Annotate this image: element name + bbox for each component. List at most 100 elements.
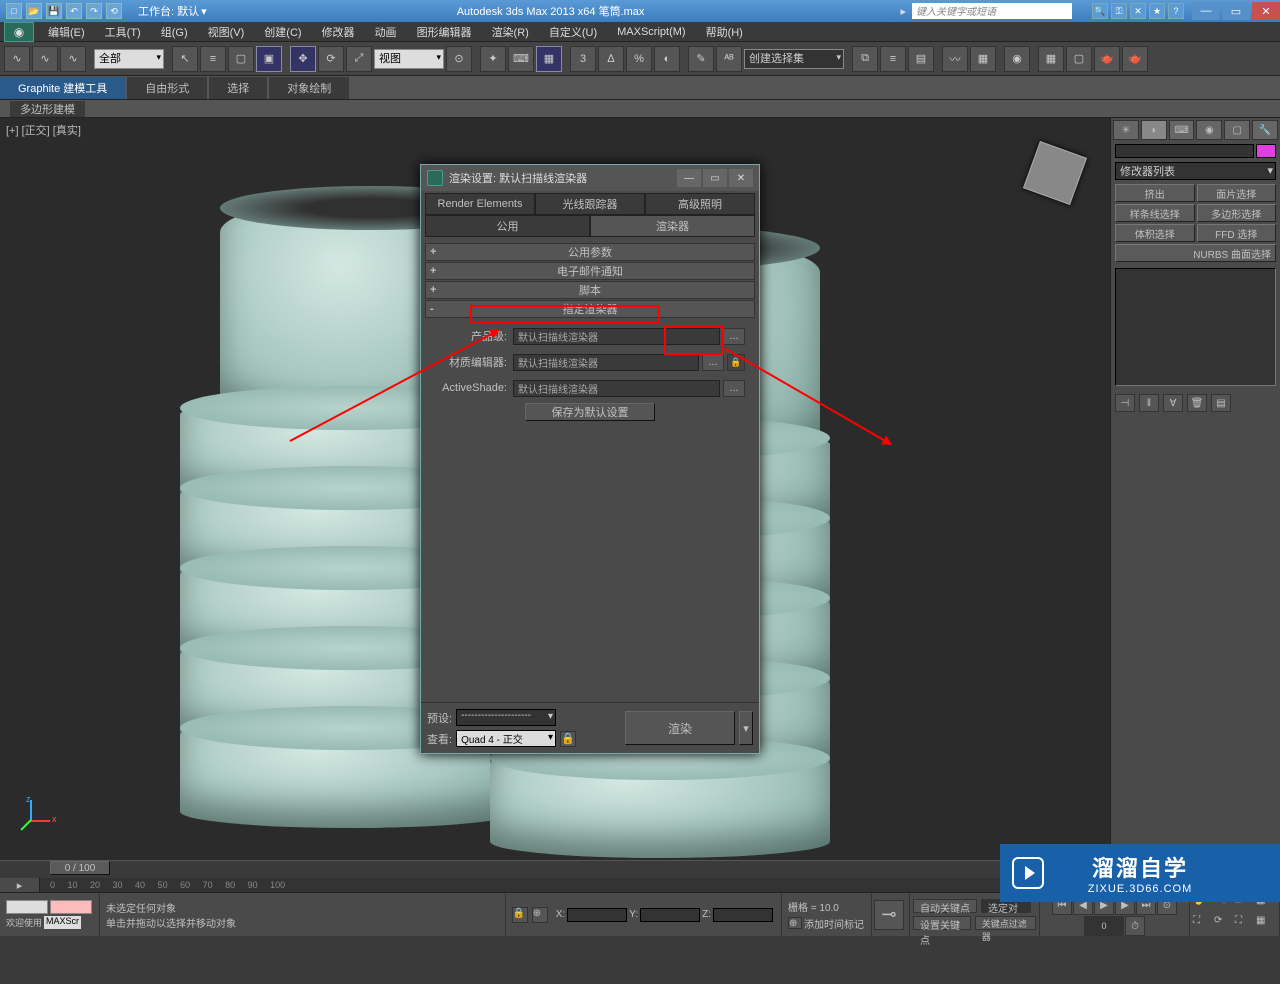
tab-common[interactable]: 公用 bbox=[425, 215, 590, 237]
quick-render-icon[interactable]: 🫖 bbox=[1122, 46, 1148, 72]
configure-icon[interactable]: ▤ bbox=[1211, 394, 1231, 412]
menu-customize[interactable]: 自定义(U) bbox=[539, 22, 607, 42]
script-macro-recorder[interactable] bbox=[50, 900, 92, 914]
hierarchy-tab-icon[interactable]: ⌨ bbox=[1169, 120, 1195, 140]
named-sel-combo[interactable]: 创建选择集 bbox=[744, 49, 844, 69]
angle-snap-icon[interactable]: ∆ bbox=[598, 46, 624, 72]
favorite-icon[interactable]: ★ bbox=[1149, 3, 1165, 19]
curve-editor-icon[interactable]: 〰 bbox=[942, 46, 968, 72]
move-icon[interactable]: ✥ bbox=[290, 46, 316, 72]
tab-render-elements[interactable]: Render Elements bbox=[425, 193, 535, 215]
script-mini-listener[interactable] bbox=[6, 900, 48, 914]
search-icon[interactable]: 🔍 bbox=[1092, 3, 1108, 19]
align-icon[interactable]: ≡ bbox=[880, 46, 906, 72]
dialog-header[interactable]: 渲染设置: 默认扫描线渲染器 — ▭ ✕ bbox=[421, 165, 759, 191]
menu-tools[interactable]: 工具(T) bbox=[95, 22, 151, 42]
rollout-email[interactable]: 电子邮件通知 bbox=[425, 262, 755, 280]
key-icon[interactable]: ⚿ bbox=[1111, 3, 1127, 19]
window-crossing-icon[interactable]: ▣ bbox=[256, 46, 282, 72]
ribbon-tab-graphite[interactable]: Graphite 建模工具 bbox=[0, 77, 125, 99]
lock-selection-icon[interactable]: 🔒 bbox=[512, 907, 528, 923]
time-slider-thumb[interactable]: 0 / 100 bbox=[50, 861, 110, 875]
menu-edit[interactable]: 编辑(E) bbox=[38, 22, 95, 42]
choose-mtl-renderer-button[interactable]: ... bbox=[702, 354, 724, 371]
select-object-icon[interactable]: ↖ bbox=[172, 46, 198, 72]
menu-views[interactable]: 视图(V) bbox=[198, 22, 255, 42]
remove-mod-icon[interactable]: 🗑 bbox=[1187, 394, 1207, 412]
view-combo[interactable]: Quad 4 - 正交 bbox=[456, 730, 556, 747]
coord-y-field[interactable] bbox=[640, 908, 700, 922]
tab-advanced-lighting[interactable]: 高级照明 bbox=[645, 193, 755, 215]
ribbon-tab-freeform[interactable]: 自由形式 bbox=[127, 77, 207, 99]
zoom-extents-icon[interactable]: ⛶ bbox=[1193, 915, 1213, 933]
ribbon-tab-paint[interactable]: 对象绘制 bbox=[269, 77, 349, 99]
dialog-maximize-button[interactable]: ▭ bbox=[703, 169, 727, 187]
unlink-icon[interactable]: ∿ bbox=[32, 46, 58, 72]
viewcube[interactable] bbox=[1023, 141, 1087, 205]
mod-btn-extrude[interactable]: 挤出 bbox=[1115, 184, 1195, 202]
edit-named-sel-icon[interactable]: ✎ bbox=[688, 46, 714, 72]
add-time-tag-label[interactable]: 添加时间标记 bbox=[804, 916, 864, 931]
viewport-label[interactable]: [+] [正交] [真实] bbox=[6, 122, 81, 138]
refcoord-combo[interactable]: 视图 bbox=[374, 49, 444, 69]
setkey-button[interactable]: 设置关键点 bbox=[913, 916, 971, 930]
menu-maxscript[interactable]: MAXScript(M) bbox=[607, 22, 695, 42]
mod-btn-nurbs[interactable]: NURBS 曲面选择 bbox=[1115, 244, 1276, 262]
render-setup-icon[interactable]: ▦ bbox=[1038, 46, 1064, 72]
min-max-toggle-icon[interactable]: ▦ bbox=[1256, 915, 1276, 933]
save-icon[interactable]: 💾 bbox=[46, 3, 62, 19]
current-frame-field[interactable]: 0 bbox=[1084, 916, 1124, 936]
menu-graph-editors[interactable]: 图形编辑器 bbox=[407, 22, 482, 42]
motion-tab-icon[interactable]: ◉ bbox=[1196, 120, 1222, 140]
transform-gizmo-icon[interactable]: ⊕ bbox=[532, 907, 548, 923]
make-unique-icon[interactable]: ∀ bbox=[1163, 394, 1183, 412]
mod-btn-splinesel[interactable]: 样条线选择 bbox=[1115, 204, 1195, 222]
spinner-snap-icon[interactable]: ◐ bbox=[654, 46, 680, 72]
dialog-close-button[interactable]: ✕ bbox=[729, 169, 753, 187]
time-tag-icon[interactable]: ⊕ bbox=[788, 917, 802, 929]
object-name-field[interactable] bbox=[1115, 144, 1254, 158]
menu-create[interactable]: 创建(C) bbox=[254, 22, 311, 42]
snap-toggle-icon[interactable]: ▦ bbox=[536, 46, 562, 72]
tab-raytracer[interactable]: 光线跟踪器 bbox=[535, 193, 645, 215]
mirror-icon[interactable]: ⧉ bbox=[852, 46, 878, 72]
save-as-defaults-button[interactable]: 保存为默认设置 bbox=[525, 403, 655, 421]
manipulate-icon[interactable]: ✦ bbox=[480, 46, 506, 72]
dialog-minimize-button[interactable]: — bbox=[677, 169, 701, 187]
link-icon[interactable]: ⟲ bbox=[106, 3, 122, 19]
lock-view-icon[interactable]: 🔒 bbox=[560, 731, 576, 747]
display-tab-icon[interactable]: ▢ bbox=[1224, 120, 1250, 140]
choose-activeshade-renderer-button[interactable]: ... bbox=[723, 380, 745, 397]
choose-production-renderer-button[interactable]: ... bbox=[723, 328, 745, 345]
select-region-icon[interactable]: ▢ bbox=[228, 46, 254, 72]
menu-help[interactable]: 帮助(H) bbox=[696, 22, 753, 42]
preset-combo[interactable]: --------------------- bbox=[456, 709, 556, 726]
object-color-swatch[interactable] bbox=[1256, 144, 1276, 158]
coord-z-field[interactable] bbox=[713, 908, 773, 922]
layer-icon[interactable]: ▤ bbox=[908, 46, 934, 72]
render-frame-icon[interactable]: ▢ bbox=[1066, 46, 1092, 72]
pin-stack-icon[interactable]: ⊣ bbox=[1115, 394, 1135, 412]
select-name-icon[interactable]: ≡ bbox=[200, 46, 226, 72]
named-sel-icon[interactable]: ᴬᴮ bbox=[716, 46, 742, 72]
menu-rendering[interactable]: 渲染(R) bbox=[482, 22, 539, 42]
create-tab-icon[interactable]: ✳ bbox=[1113, 120, 1139, 140]
maximize-viewport-icon[interactable]: ⛶ bbox=[1235, 915, 1255, 933]
rotate-icon[interactable]: ⟳ bbox=[318, 46, 344, 72]
time-config-icon[interactable]: ⏱ bbox=[1125, 916, 1145, 936]
select-link-icon[interactable]: ∿ bbox=[4, 46, 30, 72]
keyboard-shortcut-icon[interactable]: ⌨ bbox=[508, 46, 534, 72]
redo-icon[interactable]: ↷ bbox=[86, 3, 102, 19]
mod-btn-ffdsel[interactable]: FFD 选择 bbox=[1197, 224, 1277, 242]
menu-group[interactable]: 组(G) bbox=[151, 22, 198, 42]
minimize-button[interactable]: — bbox=[1192, 2, 1220, 20]
scale-icon[interactable]: ⤢ bbox=[346, 46, 372, 72]
mod-btn-patchsel[interactable]: 面片选择 bbox=[1197, 184, 1277, 202]
undo-icon[interactable]: ↶ bbox=[66, 3, 82, 19]
render-dropdown-icon[interactable]: ▾ bbox=[739, 711, 753, 745]
help-search-input[interactable]: 键入关键字或短语 bbox=[912, 3, 1072, 19]
workspace-selector[interactable]: 工作台: 默认 bbox=[138, 3, 199, 19]
maximize-button[interactable]: ▭ bbox=[1222, 2, 1250, 20]
mod-btn-volsel[interactable]: 体积选择 bbox=[1115, 224, 1195, 242]
modifier-stack[interactable] bbox=[1115, 268, 1276, 386]
